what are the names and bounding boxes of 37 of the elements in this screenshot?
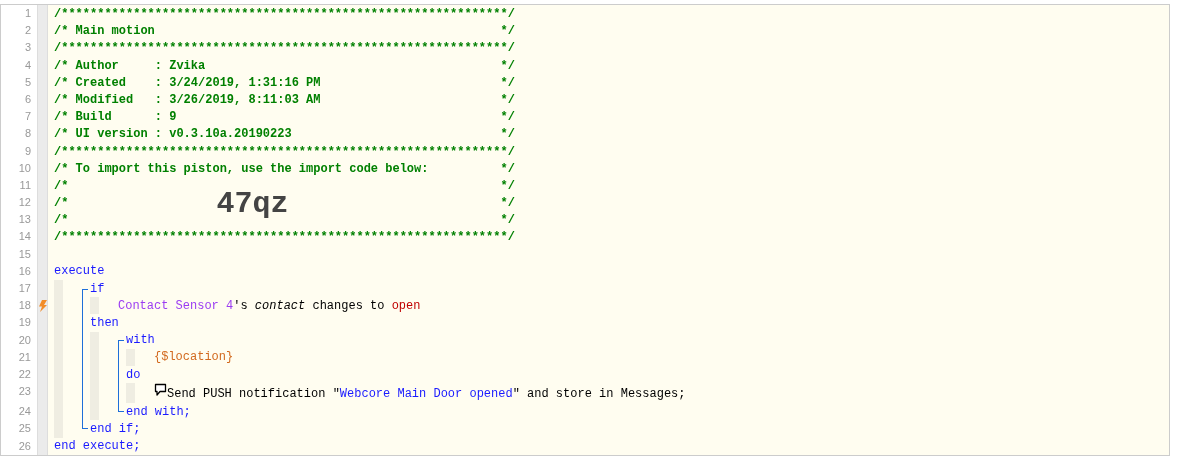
comment-text: /* Modified : 3/26/2019, 8:11:03 AM — [54, 91, 321, 109]
comment-text: /**************************************************************/ — [54, 143, 515, 161]
code-line: Contact Sensor 4's contact changes to open — [118, 297, 421, 315]
import-code: 47qz — [216, 189, 289, 220]
comment-text: /* To import this piston, use the import code below: — [54, 160, 429, 178]
code-line: then — [90, 314, 119, 332]
comment-text: /* Build : 9 — [54, 109, 177, 127]
comment-close: */ — [500, 195, 515, 213]
comment-text: /**************************************************************/ — [54, 40, 515, 58]
comment-close: */ — [500, 109, 515, 127]
comment-text: /* — [54, 212, 69, 230]
speech-bubble-icon — [154, 383, 167, 398]
code-line: execute — [54, 263, 105, 281]
code-line: if — [90, 280, 105, 298]
comment-close: */ — [500, 91, 515, 109]
comment-close: */ — [500, 160, 515, 178]
code-line: do — [126, 366, 141, 384]
comment-close: */ — [500, 57, 515, 75]
comment-text: /**************************************************************/ — [54, 229, 515, 247]
comment-close: */ — [500, 74, 515, 92]
code-line: {$location} — [154, 349, 234, 367]
comment-close: */ — [500, 126, 515, 144]
comment-close: */ — [500, 23, 515, 41]
comment-text: /* Main motion — [54, 23, 155, 41]
comment-text: /* Author : Zvika — [54, 57, 206, 75]
comment-text: /**************************************************************/ — [54, 6, 515, 23]
code-line: end execute; — [54, 438, 141, 456]
code-line: with — [126, 332, 155, 350]
comment-text: /* UI version : v0.3.10a.20190223 — [54, 126, 292, 144]
comment-text: /* — [54, 177, 69, 195]
code-line: end with; — [126, 403, 191, 421]
comment-text: /* — [54, 195, 69, 213]
comment-text: /* Created : 3/24/2019, 1:31:16 PM — [54, 74, 321, 92]
code-line: Send PUSH notification "Webcore Main Door opened" and store in Messages; — [167, 386, 686, 404]
comment-close: */ — [500, 177, 515, 195]
comment-close: */ — [500, 212, 515, 230]
code-line: end if; — [90, 420, 141, 438]
